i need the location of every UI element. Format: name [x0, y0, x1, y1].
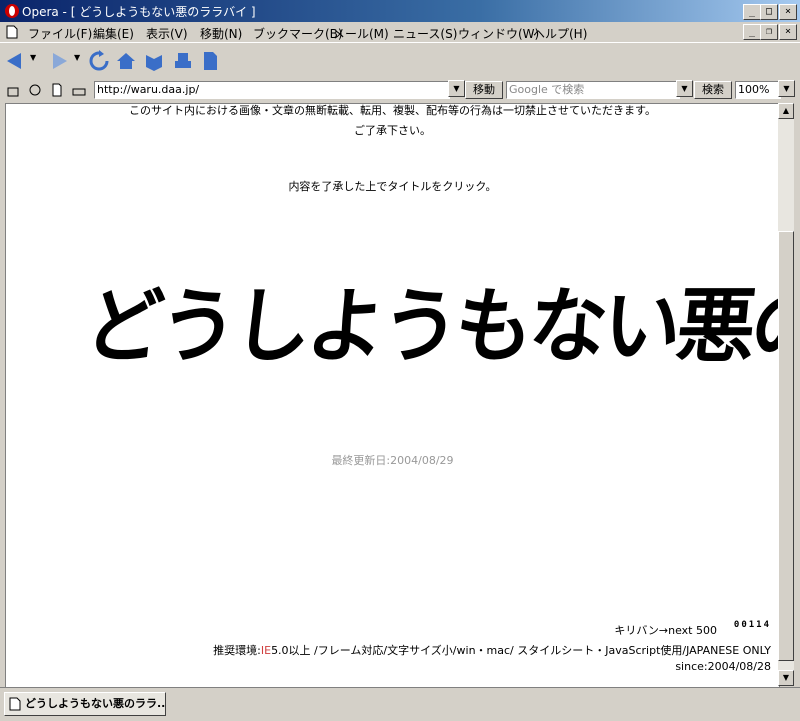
- close-button[interactable]: ×: [779, 4, 797, 20]
- maximize-button[interactable]: □: [760, 4, 778, 20]
- print-icon[interactable]: [172, 50, 194, 72]
- menu-help[interactable]: ヘルプ(H): [533, 25, 587, 42]
- menu-file[interactable]: ファイル(F): [28, 25, 92, 42]
- vertical-scrollbar[interactable]: ▲ ▼: [778, 103, 794, 686]
- notice-line-2: ご了承下さい。: [354, 124, 431, 137]
- forward-icon[interactable]: [48, 50, 70, 72]
- forward-dropdown-icon[interactable]: ▼: [74, 53, 80, 62]
- home-icon[interactable]: [115, 50, 137, 72]
- menu-mail[interactable]: メール(M): [333, 25, 389, 42]
- bookmark-icon[interactable]: [143, 50, 165, 72]
- menu-edit[interactable]: 編集(E): [93, 25, 134, 42]
- zoom-dropdown-button[interactable]: ▼: [778, 80, 795, 97]
- visitor-counter: 00114: [733, 620, 771, 630]
- menu-navigate[interactable]: 移動(N): [200, 25, 242, 42]
- last-updated-text: 最終更新日:2004/08/29: [331, 454, 454, 467]
- url-input[interactable]: http://waru.daa.jp/: [94, 81, 450, 99]
- page-info-icon[interactable]: [50, 83, 64, 97]
- window-title: Opera - [ どうしようもない悪のララバイ ]: [22, 5, 256, 19]
- print-small-icon[interactable]: [72, 83, 86, 97]
- menu-bookmarks[interactable]: ブックマーク(B): [253, 25, 343, 42]
- since-text: since:2004/08/28: [675, 660, 771, 673]
- menu-news[interactable]: ニュース(S): [393, 25, 457, 42]
- scroll-up-button[interactable]: ▲: [778, 103, 794, 119]
- scroll-down-button[interactable]: ▼: [778, 670, 794, 686]
- reload-icon[interactable]: [88, 50, 110, 72]
- page-tab-icon: [9, 697, 21, 711]
- site-title-link[interactable]: どうしようもない悪のララバイ: [80, 261, 779, 379]
- title-bar: Opera - [ どうしようもない悪のララバイ ] _ □ ×: [0, 0, 800, 22]
- document-icon: [6, 25, 18, 39]
- tab-label: どうしようもない悪のララ...: [25, 697, 166, 710]
- search-button[interactable]: 検索: [694, 81, 732, 99]
- recommended-prefix: 推奨環境:: [213, 644, 261, 657]
- search-engine-dropdown-button[interactable]: ▼: [676, 80, 693, 97]
- doc-close-button[interactable]: ×: [779, 24, 797, 40]
- zoom-select[interactable]: 100%: [735, 81, 781, 99]
- doc-minimize-button[interactable]: _: [743, 24, 761, 40]
- page-content: このサイト内における画像・文章の無断転載、転用、複製、配布等の行為は一切禁止させ…: [5, 103, 780, 688]
- address-bar: http://waru.daa.jp/ ▼ 移動 Google で検索 ▼ 検索…: [0, 79, 800, 101]
- minimize-button[interactable]: _: [743, 4, 761, 20]
- navigation-toolbar: ▼ ▼: [0, 42, 800, 80]
- tab-current[interactable]: どうしようもない悪のララ...: [4, 692, 166, 716]
- security-icon[interactable]: [6, 83, 20, 97]
- search-input[interactable]: Google で検索: [506, 81, 680, 99]
- back-dropdown-icon[interactable]: ▼: [30, 53, 36, 62]
- cookie-icon[interactable]: [28, 83, 42, 97]
- opera-logo-icon: [5, 4, 19, 18]
- scroll-thumb[interactable]: [778, 231, 794, 661]
- menu-view[interactable]: 表示(V): [146, 25, 188, 42]
- instruction-text: 内容を了承した上でタイトルをクリック。: [288, 180, 497, 193]
- recommended-ie: IE: [260, 644, 272, 657]
- page-icon[interactable]: [199, 50, 221, 72]
- recommended-env: 推奨環境:IE5.0以上 /フレーム対応/文字サイズ小/win・mac/ スタイ…: [213, 642, 771, 658]
- kiriban-text: キリバン→next 500: [614, 624, 717, 637]
- menu-window[interactable]: ウィンドウ(W): [458, 25, 539, 42]
- menu-bar: ファイル(F) 編集(E) 表示(V) 移動(N) ブックマーク(B) メール(…: [0, 22, 800, 42]
- url-dropdown-button[interactable]: ▼: [448, 80, 465, 97]
- recommended-rest: 5.0以上 /フレーム対応/文字サイズ小/win・mac/ スタイルシート・Ja…: [271, 644, 771, 657]
- doc-restore-button[interactable]: ❐: [760, 24, 778, 40]
- tab-bar: どうしようもない悪のララ...: [0, 687, 800, 721]
- go-button[interactable]: 移動: [465, 81, 503, 99]
- notice-line-1: このサイト内における画像・文章の無断転載、転用、複製、配布等の行為は一切禁止させ…: [129, 104, 656, 117]
- back-icon[interactable]: [4, 50, 26, 72]
